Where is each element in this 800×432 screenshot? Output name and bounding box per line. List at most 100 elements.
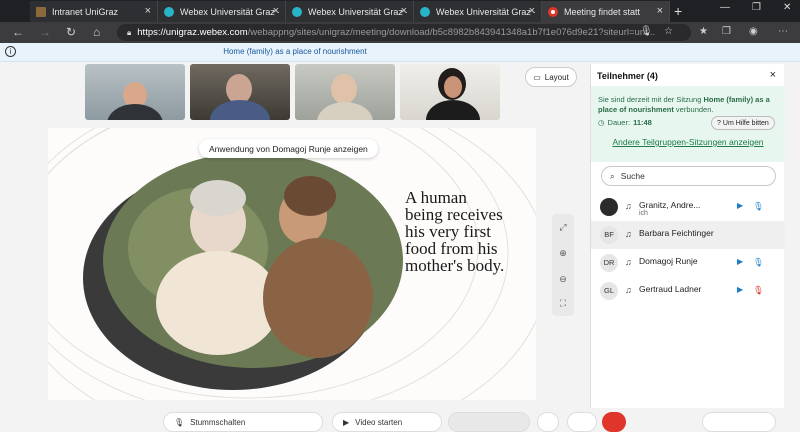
help-icon: ? bbox=[717, 119, 721, 127]
panel-toggle-buttons[interactable] bbox=[702, 412, 776, 432]
webex-favicon-icon bbox=[292, 6, 302, 17]
participant-row[interactable]: ♫ Granitz, Andre... ich ▶ 🎙︎ bbox=[591, 193, 785, 221]
slide-line: A human bbox=[405, 188, 467, 207]
layout-icon: ▭ bbox=[533, 72, 541, 82]
add-favorite-icon[interactable]: ☆ bbox=[664, 26, 673, 37]
lock-icon: 🔒︎ bbox=[127, 27, 132, 37]
forward-arrow-icon[interactable]: → bbox=[39, 25, 51, 39]
close-tab-icon[interactable]: × bbox=[273, 5, 279, 17]
share-button[interactable] bbox=[448, 412, 530, 432]
fullscreen-icon[interactable]: ⛶ bbox=[552, 298, 574, 309]
layout-button[interactable]: ▭ Layout bbox=[525, 67, 577, 87]
url-path: /webappng/sites/unigraz/meeting/download… bbox=[247, 27, 656, 38]
participant-video-4[interactable] bbox=[400, 64, 500, 120]
participant-row[interactable]: DR ♫ Domagoj Runje ▶ 🎙︎ bbox=[591, 249, 785, 277]
reactions-button[interactable] bbox=[537, 412, 559, 432]
participant-row[interactable]: GL ♫ Gertraud Ladner ▶ 🎙︎ bbox=[591, 277, 785, 305]
meeting-title: Home (family) as a place of nourishment bbox=[223, 47, 367, 56]
person-body-icon bbox=[426, 100, 480, 120]
audio-connected-icon: ♫ bbox=[625, 229, 632, 239]
favorites-icon[interactable]: ★ bbox=[699, 26, 708, 37]
video-camera-icon[interactable]: ▶ bbox=[737, 285, 743, 294]
slide-text: A human being receives his very first fo… bbox=[405, 189, 535, 274]
person-body-icon bbox=[107, 104, 163, 120]
back-arrow-icon[interactable]: ← bbox=[12, 25, 24, 39]
more-options-button[interactable] bbox=[567, 412, 597, 432]
audio-connected-icon: ♫ bbox=[625, 257, 632, 267]
meeting-info-strip: i Home (family) as a place of nourishmen… bbox=[0, 43, 800, 62]
slide-line: being receives bbox=[405, 205, 503, 224]
video-camera-icon[interactable]: ▶ bbox=[737, 257, 743, 266]
tab-label: Intranet UniGraz bbox=[52, 6, 119, 17]
webex-favicon-icon bbox=[420, 6, 430, 17]
tab-label: Webex Universität Graz - bbox=[308, 6, 407, 17]
webex-favicon-icon bbox=[164, 6, 174, 17]
slide-line: mother's body. bbox=[405, 256, 505, 275]
slide-line: food from his bbox=[405, 239, 498, 258]
tab-label: Webex Universität Graz - bbox=[180, 6, 279, 17]
zoom-controls: ⤢ ⊕ ⊖ ⛶ bbox=[552, 214, 574, 316]
minimize-icon[interactable]: — bbox=[720, 2, 730, 13]
more-menu-icon[interactable]: ⋯ bbox=[778, 26, 788, 37]
sharing-indicator: Anwendung von Domagoj Runje anzeigen bbox=[199, 139, 378, 158]
leave-meeting-button[interactable] bbox=[602, 412, 626, 432]
participant-video-2[interactable] bbox=[190, 64, 290, 120]
ask-for-help-button[interactable]: ? Um Hilfe bitten bbox=[711, 116, 775, 130]
participant-video-3[interactable] bbox=[295, 64, 395, 120]
participant-sub: ich bbox=[639, 210, 648, 217]
avatar bbox=[600, 198, 618, 216]
start-video-button[interactable]: ▶ Video starten bbox=[332, 412, 442, 432]
collections-icon[interactable]: ❐ bbox=[722, 26, 731, 37]
search-icon: ⌕ bbox=[610, 170, 615, 181]
avatar: BF bbox=[600, 226, 618, 244]
zoom-out-icon[interactable]: ⊖ bbox=[552, 274, 574, 285]
close-tab-icon[interactable]: × bbox=[145, 5, 151, 17]
avatar: DR bbox=[600, 254, 618, 272]
layout-button-label: Layout bbox=[544, 72, 569, 82]
microphone-on-icon[interactable]: 🎙︎ bbox=[753, 257, 764, 268]
maximize-icon[interactable]: ❐ bbox=[752, 2, 761, 13]
close-panel-icon[interactable]: × bbox=[770, 69, 776, 81]
reload-icon[interactable]: ↻ bbox=[66, 25, 76, 39]
session-duration: ◷ Dauer: 11:48 bbox=[598, 118, 652, 127]
participant-video-1[interactable] bbox=[85, 64, 185, 120]
tab-intranet-unigraz[interactable]: Intranet UniGraz × bbox=[30, 1, 158, 22]
avatar: GL bbox=[600, 282, 618, 300]
fit-screen-icon[interactable]: ⤢ bbox=[552, 222, 574, 233]
tab-webex-1[interactable]: Webex Universität Graz - × bbox=[158, 1, 286, 22]
tab-meeting-active[interactable]: Meeting findet statt × bbox=[542, 1, 670, 22]
address-bar-row: ← → ↻ ⌂ 🔒︎ https://unigraz.webex.com /we… bbox=[0, 22, 800, 43]
participant-row[interactable]: BF ♫ Barbara Feichtinger bbox=[591, 221, 785, 249]
url-field[interactable]: 🔒︎ https://unigraz.webex.com /webappng/s… bbox=[117, 24, 691, 41]
participant-search-input[interactable]: ⌕ Suche bbox=[601, 166, 776, 186]
video-camera-icon[interactable]: ▶ bbox=[737, 201, 743, 210]
person-face-icon bbox=[444, 76, 462, 98]
slide-line: his very first bbox=[405, 222, 491, 241]
clock-icon: ◷ bbox=[598, 118, 605, 127]
person-body-icon bbox=[317, 102, 373, 120]
close-tab-icon[interactable]: × bbox=[657, 5, 663, 17]
home-icon[interactable]: ⌂ bbox=[93, 25, 100, 39]
url-host: https://unigraz.webex.com bbox=[137, 27, 248, 38]
participants-panel: Teilnehmer (4) × Sie sind derzeit mit de… bbox=[590, 64, 785, 408]
new-tab-button[interactable]: + bbox=[674, 3, 682, 19]
tab-label: Webex Universität Graz - bbox=[436, 6, 535, 17]
microphone-muted-icon[interactable]: 🎙︎ bbox=[753, 285, 764, 296]
tab-webex-3[interactable]: Webex Universität Graz - × bbox=[414, 1, 542, 22]
participant-name: Granitz, Andre... bbox=[639, 200, 701, 210]
close-window-icon[interactable]: ✕ bbox=[783, 2, 791, 13]
microphone-on-icon[interactable]: 🎙︎ bbox=[753, 201, 764, 212]
tab-webex-2[interactable]: Webex Universität Graz - × bbox=[286, 1, 414, 22]
tab-label: Meeting findet statt bbox=[564, 6, 641, 17]
zoom-in-icon[interactable]: ⊕ bbox=[552, 248, 574, 259]
audio-connected-icon: ♫ bbox=[625, 201, 632, 211]
mute-button[interactable]: 🎙︎ Stummschalten bbox=[163, 412, 323, 432]
meeting-favicon-icon bbox=[548, 6, 558, 17]
profile-icon[interactable]: ◉ bbox=[749, 26, 758, 37]
audio-connected-icon: ♫ bbox=[625, 285, 632, 295]
other-sessions-link[interactable]: Andere Teilgruppen-Sitzungen anzeigen bbox=[591, 137, 785, 147]
close-tab-icon[interactable]: × bbox=[529, 5, 535, 17]
video-camera-icon: ▶ bbox=[343, 417, 350, 427]
microphone-icon[interactable]: 🎙︎ bbox=[640, 26, 653, 37]
close-tab-icon[interactable]: × bbox=[401, 5, 407, 17]
